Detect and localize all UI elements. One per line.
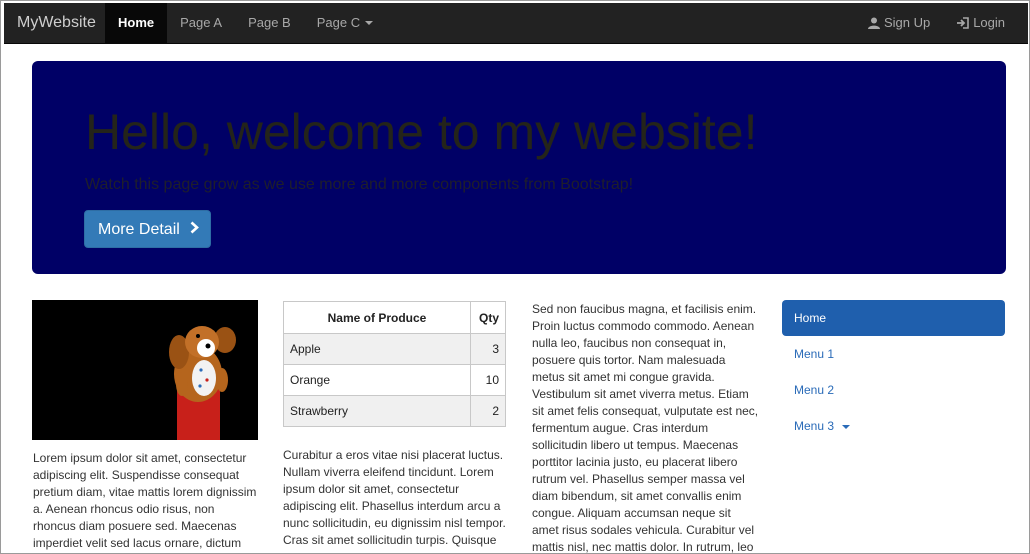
hero-jumbotron: Hello, welcome to my website! Watch this… — [32, 61, 1006, 274]
login-label: Login — [973, 15, 1005, 30]
nav-left: Home Page A Page B Page C — [105, 3, 386, 43]
produce-qty-cell: 10 — [470, 364, 506, 396]
sign-up-label: Sign Up — [883, 15, 931, 30]
nav-item-label: Home — [118, 15, 155, 30]
header-qty: Qty — [470, 301, 506, 334]
side-menu-label: Menu 1 — [794, 347, 835, 361]
caret-down-icon — [365, 21, 374, 25]
top-navbar: MyWebsite Home Page A Page B Page C Sign… — [4, 3, 1028, 44]
login-icon — [957, 17, 969, 29]
column2-text: Curabitur a eros vitae nisi placerat luc… — [283, 448, 506, 547]
table-row: Apple 3 — [283, 333, 506, 365]
nav-item-home[interactable]: Home — [105, 3, 168, 43]
toy-dog-figurine — [32, 300, 258, 440]
produce-qty-cell: 3 — [470, 333, 506, 365]
produce-qty-cell: 2 — [470, 395, 506, 427]
table-row: Strawberry 2 — [283, 395, 506, 427]
nav-item-page-c[interactable]: Page C — [304, 3, 386, 43]
caret-down-icon — [842, 424, 851, 429]
nav-item-sign-up[interactable]: Sign Up — [855, 3, 943, 43]
user-icon — [867, 17, 880, 29]
more-detail-label: More Detail — [98, 221, 180, 238]
produce-name-cell: Orange — [283, 364, 471, 396]
browser-page: MyWebsite Home Page A Page B Page C Sign… — [0, 0, 1030, 554]
side-menu-item-home[interactable]: Home — [782, 300, 1005, 336]
chevron-right-icon — [190, 221, 200, 234]
nav-item-label: Page A — [180, 15, 223, 30]
nav-item-page-a[interactable]: Page A — [167, 3, 235, 43]
hero-title: Hello, welcome to my website! — [85, 104, 758, 160]
header-name-of-produce: Name of Produce — [283, 301, 471, 334]
table-header-row: Name of Produce Qty — [283, 301, 506, 334]
more-detail-button[interactable]: More Detail — [84, 210, 211, 248]
produce-name-cell: Strawberry — [283, 395, 471, 427]
column1-text: Lorem ipsum dolor sit amet, consectetur … — [33, 451, 257, 550]
side-menu-label: Menu 2 — [794, 383, 835, 397]
table-row: Orange 10 — [283, 364, 506, 396]
nav-right: Sign Up Login — [855, 3, 1018, 43]
toy-dog-image — [32, 300, 258, 440]
column3-text: Sed non faucibus magna, et facilisis eni… — [532, 302, 759, 554]
nav-item-label: Page C — [316, 15, 361, 30]
produce-table: Name of Produce Qty Apple 3 Orange 10 St… — [283, 301, 506, 427]
side-menu-item-menu-2[interactable]: Menu 2 — [782, 372, 1005, 408]
side-menu-item-menu-3[interactable]: Menu 3 — [782, 408, 1005, 444]
side-menu-label: Menu 3 — [794, 419, 835, 433]
nav-item-page-b[interactable]: Page B — [235, 3, 304, 43]
side-menu-label: Home — [794, 311, 827, 325]
brand-link[interactable]: MyWebsite — [17, 3, 96, 43]
nav-item-login[interactable]: Login — [943, 3, 1018, 43]
produce-name-cell: Apple — [283, 333, 471, 365]
side-menu: Home Menu 1 Menu 2 Menu 3 — [782, 300, 1005, 444]
nav-item-label: Page B — [248, 15, 291, 30]
side-menu-item-menu-1[interactable]: Menu 1 — [782, 336, 1005, 372]
hero-subtitle: Watch this page grow as we use more and … — [85, 176, 634, 193]
